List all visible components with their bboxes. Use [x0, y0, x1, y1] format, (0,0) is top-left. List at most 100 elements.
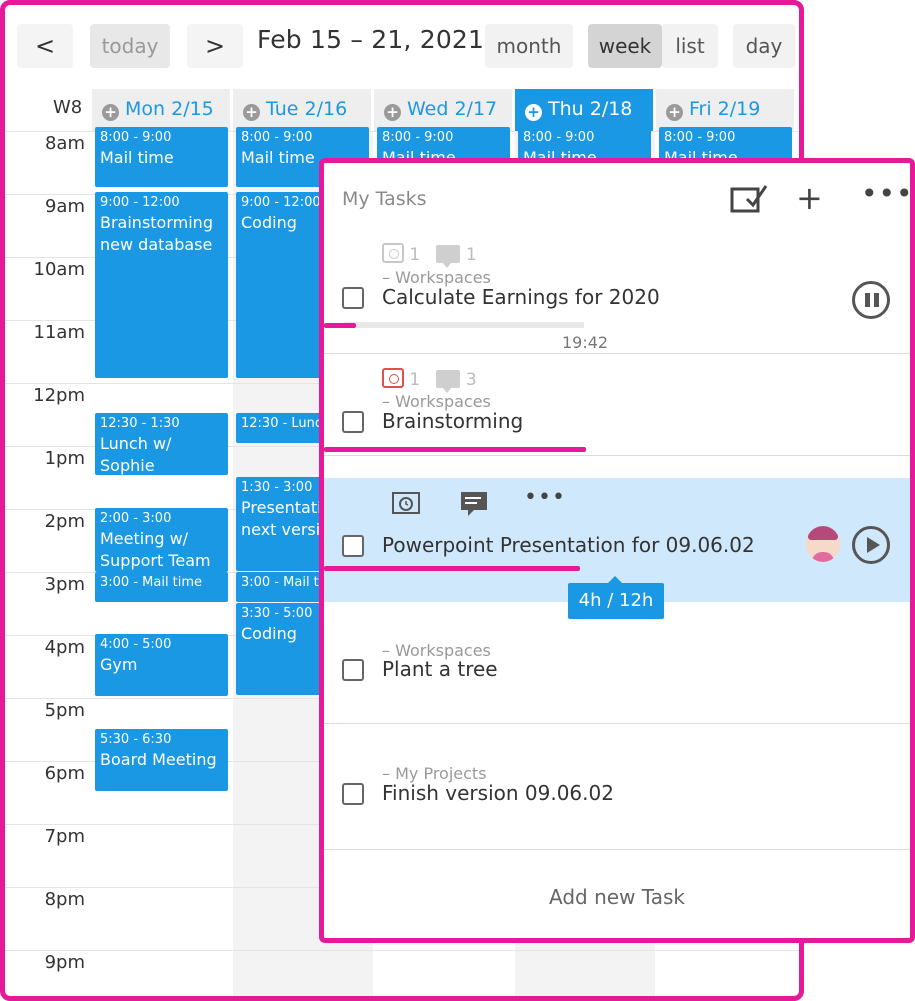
time-label: 1pm	[44, 448, 85, 469]
prev-week-button[interactable]: <	[17, 24, 73, 68]
my-tasks-panel: My Tasks + ••• 1 1 – Workspaces Calculat…	[319, 158, 915, 943]
comment-icon[interactable]	[460, 491, 488, 522]
add-event-icon[interactable]: +	[384, 104, 401, 121]
calendar-event[interactable]: 12:30 - 1:30 Lunch w/ Sophie	[95, 413, 228, 475]
add-event-icon[interactable]: +	[243, 104, 260, 121]
day-header-fri[interactable]: + Fri 2/19	[656, 89, 794, 131]
event-time: 8:00 - 9:00	[523, 130, 595, 145]
time-label: 10am	[33, 259, 85, 280]
time-label: 8pm	[44, 889, 85, 910]
event-title: Coding	[241, 213, 297, 232]
play-icon[interactable]	[852, 526, 890, 564]
event-time: 8:00 - 9:00	[382, 130, 454, 145]
event-title: Board Meeting	[100, 750, 217, 769]
highlight-marker	[324, 323, 356, 328]
calendar-event[interactable]: 3:00 - Mail time	[95, 572, 228, 602]
time-label: 12pm	[33, 385, 85, 406]
task-name[interactable]: Brainstorming	[382, 409, 523, 433]
alarm-count: 1	[409, 245, 421, 265]
event-title: Mail time	[241, 148, 315, 167]
day-header-wed[interactable]: + Wed 2/17	[374, 89, 512, 131]
calendar-event[interactable]: 2:00 - 3:00 Meeting w/ Support Team	[95, 508, 228, 572]
event-time: 8:00 - 9:00	[241, 130, 313, 145]
view-day-button[interactable]: day	[733, 24, 795, 68]
today-button[interactable]: today	[90, 24, 170, 68]
event-time: 8:00 - 9:00	[100, 130, 172, 145]
task-name[interactable]: Calculate Earnings for 2020	[382, 285, 660, 309]
task-meta: 1 3	[382, 368, 477, 393]
time-label: 5pm	[44, 700, 85, 721]
view-list-button[interactable]: list	[662, 24, 718, 68]
day-header-mon[interactable]: + Mon 2/15	[92, 89, 230, 131]
event-time: 3:00 - Mail time	[100, 575, 203, 590]
event-title: Brainstorming new database	[100, 213, 213, 254]
add-event-icon[interactable]: +	[102, 104, 119, 121]
task-name[interactable]: Plant a tree	[382, 657, 498, 681]
day-header-thu[interactable]: + Thu 2/18	[515, 89, 653, 131]
calendar-event[interactable]: 8:00 - 9:00 Mail time	[95, 127, 228, 187]
pause-icon[interactable]	[852, 281, 890, 319]
time-label: 2pm	[44, 511, 85, 532]
event-time: 4:00 - 5:00	[100, 637, 172, 652]
task-checkbox[interactable]	[342, 287, 364, 309]
time-label: 9pm	[44, 952, 85, 973]
time-estimate-badge: 4h / 12h	[568, 576, 664, 619]
view-month-button[interactable]: month	[485, 24, 573, 68]
add-event-icon[interactable]: +	[525, 104, 542, 121]
divider	[324, 723, 910, 724]
time-label: 4pm	[44, 637, 85, 658]
event-title: Coding	[241, 624, 297, 643]
edit-check-icon[interactable]	[729, 181, 769, 222]
time-label: 11am	[33, 322, 85, 343]
task-name[interactable]: Powerpoint Presentation for 09.06.02	[382, 533, 755, 557]
day-header-label: Fri 2/19	[689, 98, 761, 120]
alarm-overdue-icon	[382, 368, 404, 388]
week-number: W8	[53, 97, 83, 118]
grid-line	[5, 950, 799, 951]
task-meta: 1 1	[382, 243, 477, 268]
time-label: 6pm	[44, 763, 85, 784]
event-title: Meeting w/ Support Team	[100, 529, 211, 570]
event-title: Mail time	[100, 148, 174, 167]
date-range-title: Feb 15 – 21, 2021	[257, 25, 485, 54]
more-icon[interactable]: •••	[524, 485, 566, 510]
task-checkbox[interactable]	[342, 411, 364, 433]
divider	[324, 455, 910, 456]
time-label: 7pm	[44, 826, 85, 847]
add-icon[interactable]: +	[796, 179, 823, 217]
add-event-icon[interactable]: +	[666, 104, 683, 121]
calendar-event[interactable]: 4:00 - 5:00 Gym	[95, 634, 228, 696]
event-time: 5:30 - 6:30	[100, 732, 172, 747]
add-new-task-button[interactable]: Add new Task	[324, 885, 910, 909]
calendar-toolbar: < today > Feb 15 – 21, 2021 month week l…	[5, 5, 799, 85]
comment-icon	[436, 370, 461, 393]
time-label: 8am	[44, 133, 85, 154]
highlight-marker	[324, 566, 580, 571]
day-header-tue[interactable]: + Tue 2/16	[233, 89, 371, 131]
alarm-count: 1	[409, 370, 421, 390]
alarm-icon	[382, 243, 404, 263]
comment-icon	[436, 245, 461, 268]
divider	[324, 849, 910, 850]
task-name[interactable]: Finish version 09.06.02	[382, 781, 614, 805]
calendar-event[interactable]: 9:00 - 12:00 Brainstorming new database	[95, 192, 228, 378]
task-checkbox[interactable]	[342, 535, 364, 557]
alarm-icon[interactable]	[392, 491, 420, 520]
comment-count: 3	[465, 370, 477, 390]
event-title: Lunch w/ Sophie	[100, 434, 172, 475]
highlight-marker	[324, 447, 586, 452]
view-week-button[interactable]: week	[588, 24, 662, 68]
next-week-button[interactable]: >	[187, 24, 243, 68]
comment-count: 1	[465, 245, 477, 265]
calendar-event[interactable]: 5:30 - 6:30 Board Meeting	[95, 729, 228, 791]
task-checkbox[interactable]	[342, 783, 364, 805]
time-label: 3pm	[44, 574, 85, 595]
task-timer: 19:42	[562, 333, 609, 352]
panel-title: My Tasks	[342, 188, 427, 210]
event-time: 8:00 - 9:00	[664, 130, 736, 145]
task-checkbox[interactable]	[342, 659, 364, 681]
event-time: 9:00 - 12:00	[100, 195, 180, 210]
assignee-avatar[interactable]	[806, 526, 840, 562]
timer-progress	[344, 322, 584, 328]
more-icon[interactable]: •••	[861, 177, 910, 210]
